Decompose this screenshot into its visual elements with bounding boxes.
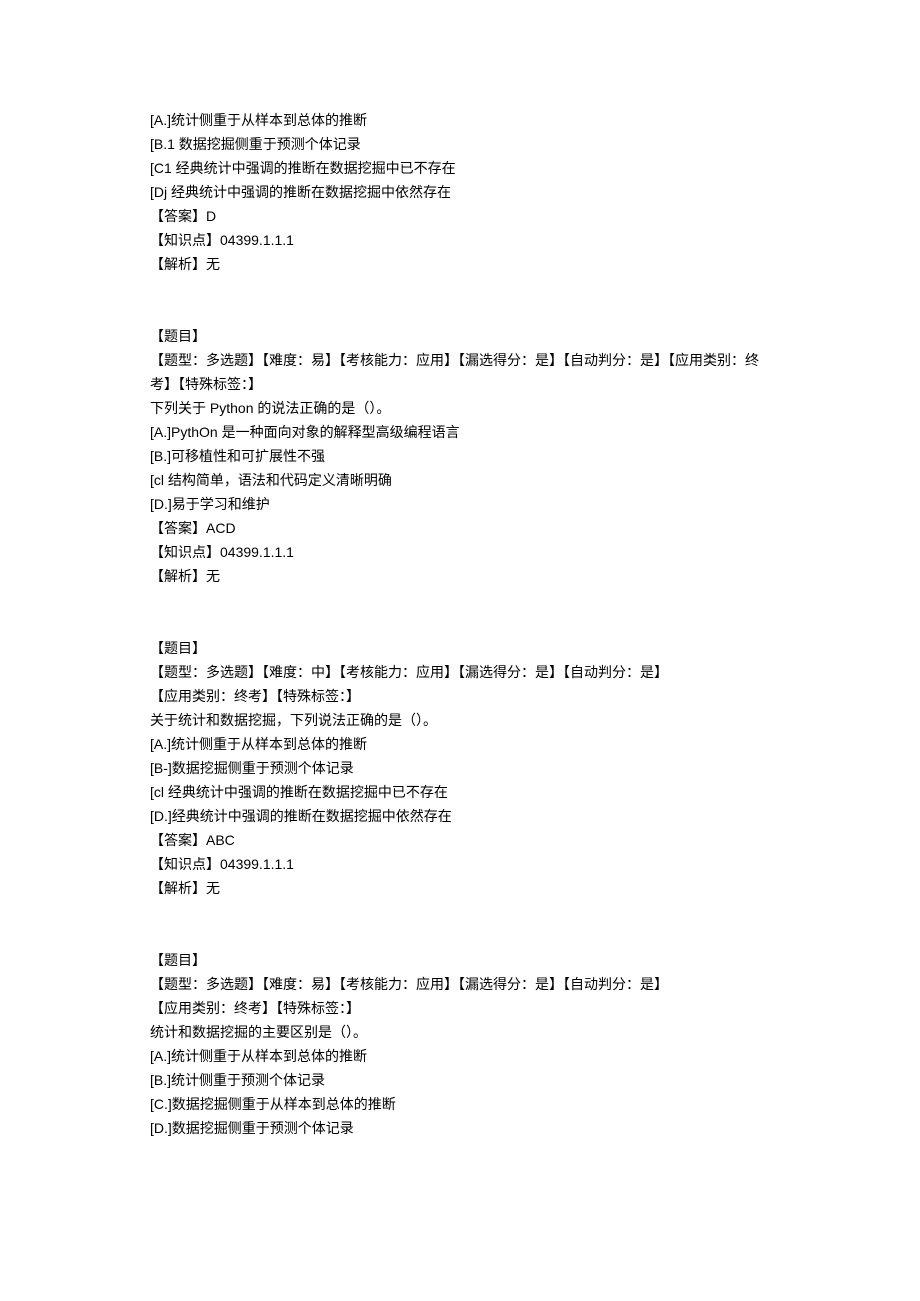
knowledge-point-line: 【知识点】04399.1.1.1 [150,852,770,876]
option-line: [A.]统计侧重于从样本到总体的推断 [150,108,770,132]
meta-line: 【题型：多选题】【难度：易】【考核能力：应用】【漏选得分：是】【自动判分：是】 [150,972,770,996]
meta-line: 【应用类别：终考】【特殊标签：】 [150,684,770,708]
analysis-line: 【解析】无 [150,564,770,588]
option-line: [A.]统计侧重于从样本到总体的推断 [150,1044,770,1068]
block-separator [150,276,770,324]
question-block-3: 【题目】 【题型：多选题】【难度：易】【考核能力：应用】【漏选得分：是】【自动判… [150,948,770,1140]
title-line: 【题目】 [150,324,770,348]
title-line: 【题目】 [150,636,770,660]
option-line: [B.1 数据挖掘侧重于预测个体记录 [150,132,770,156]
block-separator [150,588,770,636]
stem-line: 下列关于 Python 的说法正确的是（）。 [150,396,770,420]
option-line: [D.]易于学习和维护 [150,492,770,516]
option-line: [D.]数据挖掘侧重于预测个体记录 [150,1116,770,1140]
option-line: [A.]PythOn 是一种面向对象的解释型高级编程语言 [150,420,770,444]
block-separator [150,900,770,948]
option-line: [cl 结构简单，语法和代码定义清晰明确 [150,468,770,492]
option-line: [C1 经典统计中强调的推断在数据挖掘中已不存在 [150,156,770,180]
meta-line: 【题型：多选题】【难度：易】【考核能力：应用】【漏选得分：是】【自动判分：是】【… [150,348,770,396]
analysis-line: 【解析】无 [150,252,770,276]
option-line: [Dj 经典统计中强调的推断在数据挖掘中依然存在 [150,180,770,204]
question-block-1: 【题目】 【题型：多选题】【难度：易】【考核能力：应用】【漏选得分：是】【自动判… [150,324,770,588]
analysis-line: 【解析】无 [150,876,770,900]
option-line: [B.]统计侧重于预测个体记录 [150,1068,770,1092]
knowledge-point-line: 【知识点】04399.1.1.1 [150,540,770,564]
answer-line: 【答案】ABC [150,828,770,852]
option-line: [B.]可移植性和可扩展性不强 [150,444,770,468]
option-line: [C.]数据挖掘侧重于从样本到总体的推断 [150,1092,770,1116]
question-block-0: [A.]统计侧重于从样本到总体的推断 [B.1 数据挖掘侧重于预测个体记录 [C… [150,108,770,276]
meta-line: 【应用类别：终考】【特殊标签：】 [150,996,770,1020]
option-line: [cl 经典统计中强调的推断在数据挖掘中已不存在 [150,780,770,804]
option-line: [D.]经典统计中强调的推断在数据挖掘中依然存在 [150,804,770,828]
title-line: 【题目】 [150,948,770,972]
answer-line: 【答案】ACD [150,516,770,540]
document-page: [A.]统计侧重于从样本到总体的推断 [B.1 数据挖掘侧重于预测个体记录 [C… [0,0,920,1200]
stem-line: 统计和数据挖掘的主要区别是（）。 [150,1020,770,1044]
knowledge-point-line: 【知识点】04399.1.1.1 [150,228,770,252]
option-line: [B-]数据挖掘侧重于预测个体记录 [150,756,770,780]
stem-line: 关于统计和数据挖掘，下列说法正确的是（）。 [150,708,770,732]
answer-line: 【答案】D [150,204,770,228]
meta-line: 【题型：多选题】【难度：中】【考核能力：应用】【漏选得分：是】【自动判分：是】 [150,660,770,684]
option-line: [A.]统计侧重于从样本到总体的推断 [150,732,770,756]
question-block-2: 【题目】 【题型：多选题】【难度：中】【考核能力：应用】【漏选得分：是】【自动判… [150,636,770,900]
